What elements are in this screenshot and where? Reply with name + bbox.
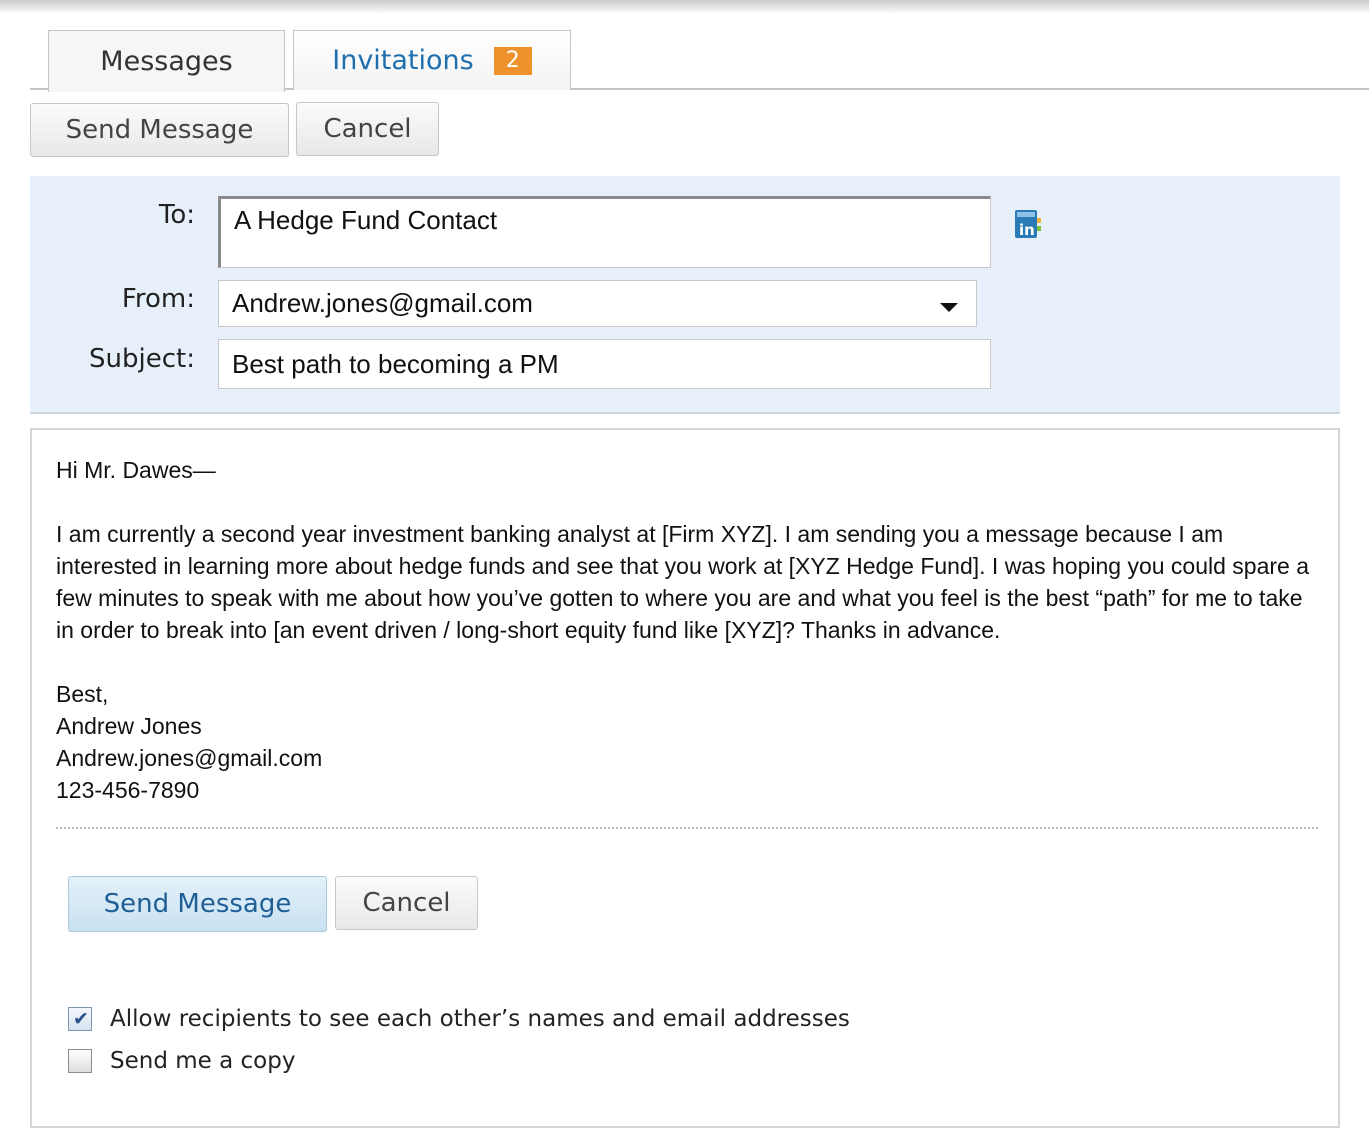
subject-value: Best path to becoming a PM xyxy=(232,348,559,379)
from-value: Andrew.jones@gmail.com xyxy=(232,288,533,318)
send-message-label: Send Message xyxy=(103,889,292,919)
signoff-line: Best, xyxy=(56,681,109,707)
svg-text:in: in xyxy=(1019,221,1035,239)
message-body-panel: Hi Mr. Dawes— I am currently a second ye… xyxy=(30,428,1340,1128)
send-copy-checkbox[interactable] xyxy=(68,1049,92,1073)
linkedin-address-book-icon[interactable]: in xyxy=(1015,210,1041,240)
allow-recipients-checkbox[interactable]: ✔ xyxy=(68,1007,92,1031)
from-label: From: xyxy=(121,284,195,314)
cancel-button[interactable]: Cancel xyxy=(335,876,478,930)
divider xyxy=(56,827,1318,829)
to-value: A Hedge Fund Contact xyxy=(234,205,498,235)
send-message-button-top[interactable]: Send Message xyxy=(30,103,289,157)
tab-bar: Messages Invitations 2 xyxy=(30,28,1369,92)
subject-input[interactable]: Best path to becoming a PM xyxy=(218,339,991,389)
chevron-down-icon xyxy=(940,303,958,312)
tab-invitations[interactable]: Invitations 2 xyxy=(293,30,571,90)
message-header-form: To: A Hedge Fund Contact in From: Andrew… xyxy=(30,176,1340,414)
allow-recipients-option[interactable]: ✔ Allow recipients to see each other’s n… xyxy=(68,1006,850,1032)
signature-email: Andrew.jones@gmail.com xyxy=(56,745,323,771)
message-paragraph: I am currently a second year investment … xyxy=(56,521,1310,643)
message-body-editor[interactable]: Hi Mr. Dawes— I am currently a second ye… xyxy=(56,454,1316,806)
send-message-button[interactable]: Send Message xyxy=(68,876,327,932)
send-copy-label: Send me a copy xyxy=(110,1048,296,1074)
cancel-label: Cancel xyxy=(362,888,451,918)
invitations-count-badge: 2 xyxy=(493,46,532,75)
cancel-button-top[interactable]: Cancel xyxy=(296,102,439,156)
subject-label: Subject: xyxy=(89,344,195,374)
checkmark-icon: ✔ xyxy=(73,1008,89,1030)
signature-phone: 123-456-7890 xyxy=(56,777,200,803)
tab-invitations-label: Invitations xyxy=(332,45,474,76)
cancel-label: Cancel xyxy=(323,114,412,144)
signature-name: Andrew Jones xyxy=(56,713,202,739)
send-message-label: Send Message xyxy=(65,115,254,145)
allow-recipients-label: Allow recipients to see each other’s nam… xyxy=(110,1006,850,1032)
to-label: To: xyxy=(158,200,195,230)
top-shadow xyxy=(0,0,1369,14)
to-field[interactable]: A Hedge Fund Contact xyxy=(218,196,991,268)
greeting-line: Hi Mr. Dawes— xyxy=(56,457,216,483)
tab-messages-label: Messages xyxy=(100,46,233,77)
tab-messages[interactable]: Messages xyxy=(48,30,285,92)
send-copy-option[interactable]: Send me a copy xyxy=(68,1048,295,1074)
from-select[interactable]: Andrew.jones@gmail.com xyxy=(218,280,977,327)
